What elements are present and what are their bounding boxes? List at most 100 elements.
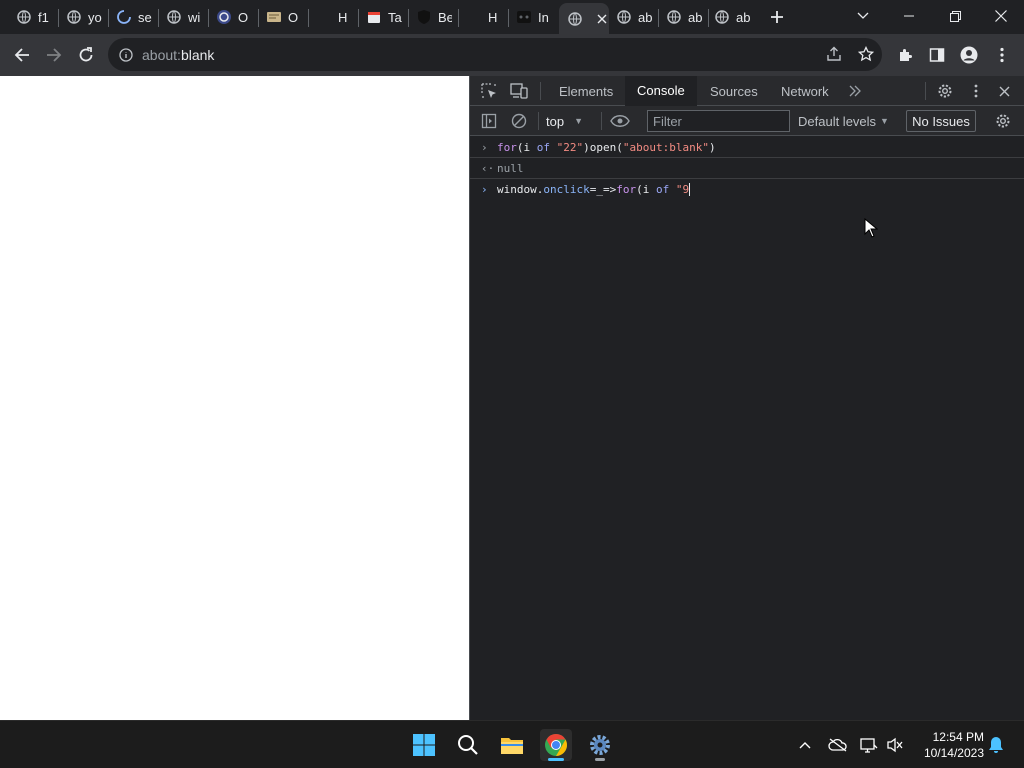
double-chevron-right-icon xyxy=(849,85,861,97)
restore-button[interactable] xyxy=(932,0,978,32)
console-result-line: ‹· null xyxy=(470,158,1024,179)
tab[interactable]: f1 xyxy=(16,4,56,30)
url-text[interactable]: about:blank xyxy=(142,47,214,63)
console-toolbar: top ▼ Default levels ▼ No Issues xyxy=(470,106,1024,136)
device-toolbar-button[interactable] xyxy=(508,80,530,102)
issues-button[interactable]: No Issues xyxy=(906,110,976,132)
speaker-muted-icon xyxy=(887,737,903,753)
tab[interactable]: ab xyxy=(666,4,706,30)
share-button[interactable] xyxy=(822,42,846,66)
tab[interactable]: O xyxy=(266,4,306,30)
settings-taskbar-button[interactable] xyxy=(584,729,616,761)
eye-icon xyxy=(610,115,630,127)
devtools-divider xyxy=(538,112,539,130)
back-button[interactable] xyxy=(8,41,36,69)
context-value: top xyxy=(546,113,565,129)
file-explorer-button[interactable] xyxy=(496,729,528,761)
arrow-left-icon xyxy=(14,48,29,62)
minimize-button[interactable] xyxy=(886,0,932,32)
tab[interactable]: ab xyxy=(714,4,754,30)
chrome-taskbar-button[interactable] xyxy=(540,729,572,761)
close-devtools-button[interactable] xyxy=(993,80,1015,102)
reload-button[interactable] xyxy=(72,41,100,69)
plus-icon xyxy=(771,11,783,23)
taskbar-clock[interactable]: 12:54 PM 10/14/2023 xyxy=(916,729,984,761)
live-expression-button[interactable] xyxy=(609,110,631,132)
side-panel-button[interactable] xyxy=(923,41,951,69)
tab[interactable]: H xyxy=(338,4,356,30)
new-tab-button[interactable] xyxy=(766,6,788,28)
tab-title: ab xyxy=(736,9,750,25)
devtools-settings-button[interactable] xyxy=(934,80,956,102)
network-button[interactable] xyxy=(858,734,880,756)
console-input-line[interactable]: › for (i of "22")open("about:blank") xyxy=(470,137,1024,158)
page-viewport[interactable] xyxy=(0,76,469,720)
tab[interactable]: Be xyxy=(416,4,456,30)
search-button[interactable] xyxy=(452,729,484,761)
address-bar[interactable]: about:blank xyxy=(108,38,882,71)
close-tab-icon[interactable] xyxy=(595,14,609,24)
active-tab[interactable] xyxy=(559,3,609,34)
chevron-right-icon: › xyxy=(481,141,488,154)
onedrive-button[interactable] xyxy=(827,734,849,756)
show-hidden-icons-button[interactable] xyxy=(794,734,816,756)
devtools-menu-button[interactable] xyxy=(965,80,987,102)
info-icon[interactable] xyxy=(118,47,134,63)
profile-button[interactable] xyxy=(955,41,983,69)
close-window-button[interactable] xyxy=(978,0,1024,32)
kebab-menu-icon xyxy=(1000,47,1004,63)
puzzle-icon xyxy=(900,49,912,61)
tab-title: O xyxy=(288,9,299,25)
tab[interactable]: H xyxy=(488,4,506,30)
loading-spinner-icon xyxy=(116,9,132,25)
code-token: of xyxy=(655,183,670,196)
more-tabs-button[interactable] xyxy=(844,80,866,102)
tab-network[interactable]: Network xyxy=(781,76,829,106)
tab[interactable]: yo xyxy=(66,4,106,30)
tab[interactable]: wi xyxy=(166,4,206,30)
clear-console-button[interactable] xyxy=(508,110,530,132)
show-sidebar-button[interactable] xyxy=(478,110,500,132)
close-icon xyxy=(995,10,1007,22)
start-button[interactable] xyxy=(408,729,440,761)
side-panel-icon xyxy=(929,48,945,62)
tab-separator xyxy=(258,9,259,27)
url-scheme: about: xyxy=(142,46,181,63)
console-prompt[interactable]: › window. onclick =_=> for (i of "9 xyxy=(470,179,1024,200)
forward-button[interactable] xyxy=(40,41,68,69)
tab-separator xyxy=(458,9,459,27)
tab-search-button[interactable] xyxy=(840,0,886,32)
tab[interactable]: In xyxy=(516,4,556,30)
globe-icon xyxy=(16,9,32,25)
inspect-element-button[interactable] xyxy=(478,80,500,102)
block-icon xyxy=(511,113,527,129)
log-levels-dropdown[interactable]: Default levels ▼ xyxy=(798,111,889,131)
tab-title: f1 xyxy=(38,9,49,25)
tab[interactable]: ab xyxy=(616,4,656,30)
calendar-icon xyxy=(366,9,382,25)
context-selector[interactable]: top ▼ xyxy=(546,111,583,131)
tab-title: se xyxy=(138,9,152,25)
tab-elements[interactable]: Elements xyxy=(559,76,613,106)
notifications-button[interactable] xyxy=(985,734,1007,756)
bookmark-button[interactable] xyxy=(854,42,878,66)
tab[interactable]: Ta xyxy=(366,4,406,30)
tab-console[interactable]: Console xyxy=(625,76,697,106)
volume-button[interactable] xyxy=(884,734,906,756)
chat-logo-icon xyxy=(216,9,232,25)
code-token: (i xyxy=(516,140,537,154)
console-filter-input[interactable] xyxy=(647,110,790,132)
tab-sources[interactable]: Sources xyxy=(710,76,758,106)
console-settings-button[interactable] xyxy=(992,110,1014,132)
browser-menu-button[interactable] xyxy=(988,41,1016,69)
tab[interactable]: se xyxy=(116,4,156,30)
chevron-up-icon xyxy=(799,742,811,749)
tab-title: Be xyxy=(438,9,452,25)
avatar-icon xyxy=(960,46,978,64)
extensions-button[interactable] xyxy=(892,41,920,69)
devtools-divider xyxy=(925,82,926,100)
console-output[interactable]: › for (i of "22")open("about:blank") ‹· n… xyxy=(470,137,1024,200)
gear-icon xyxy=(938,84,952,98)
tab-title: In xyxy=(538,9,549,25)
tab[interactable]: O xyxy=(216,4,256,30)
